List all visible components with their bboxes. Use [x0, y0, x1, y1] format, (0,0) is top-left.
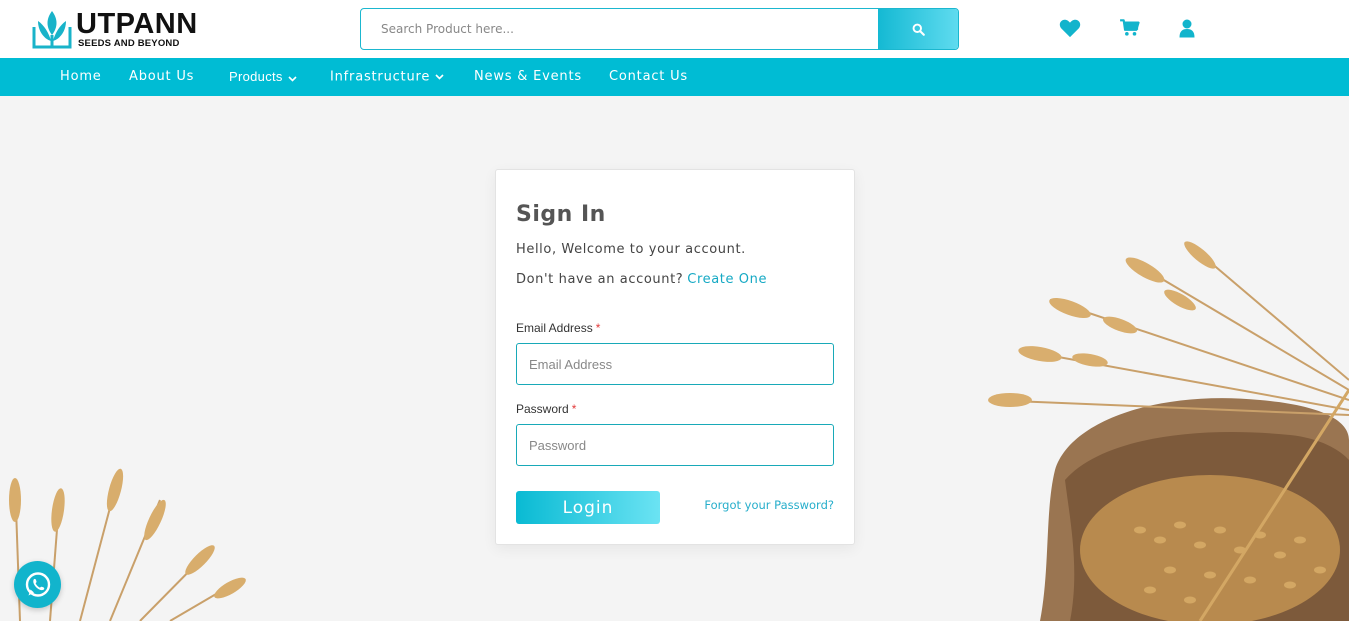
- login-button[interactable]: Login: [516, 491, 660, 524]
- nav-products-label: Products: [229, 69, 283, 84]
- account-button[interactable]: [1175, 16, 1199, 40]
- required-mark: *: [571, 402, 577, 416]
- cart-icon: [1120, 19, 1140, 36]
- email-label: Email Address *: [516, 321, 600, 335]
- nav-products[interactable]: Products: [229, 58, 297, 96]
- brand-tagline: SEEDS AND BEYOND: [78, 38, 180, 49]
- welcome-text: Hello, Welcome to your account.: [516, 242, 746, 257]
- email-label-text: Email Address: [516, 321, 593, 335]
- brand-name: UTPANN: [76, 8, 198, 40]
- wishlist-button[interactable]: [1058, 16, 1082, 40]
- chevron-down-icon: [435, 58, 444, 96]
- chevron-down-icon: [288, 59, 297, 97]
- user-icon: [1179, 19, 1195, 37]
- main-nav: Home About Us Products Infrastructure Ne…: [0, 58, 1349, 96]
- logo-emblem-icon: [32, 11, 72, 49]
- create-account-link[interactable]: Create One: [687, 272, 767, 287]
- nav-home-label: Home: [60, 69, 102, 84]
- no-account-text: Don't have an account? Create One: [516, 272, 767, 287]
- nav-home[interactable]: Home: [60, 58, 102, 96]
- signin-title: Sign In: [516, 202, 606, 227]
- whatsapp-button[interactable]: [14, 561, 61, 608]
- signin-card: Sign In Hello, Welcome to your account. …: [495, 169, 855, 545]
- forgot-password-link[interactable]: Forgot your Password?: [704, 498, 834, 512]
- password-field[interactable]: [516, 424, 834, 466]
- heart-icon: [1059, 19, 1081, 38]
- nav-news-events[interactable]: News & Events: [474, 58, 582, 96]
- search-input[interactable]: [361, 9, 879, 49]
- nav-about-us[interactable]: About Us: [129, 58, 194, 96]
- nav-contact-us-label: Contact Us: [609, 69, 688, 84]
- required-mark: *: [595, 321, 601, 335]
- wheat-sack-image: [988, 241, 1349, 621]
- email-field[interactable]: [516, 343, 834, 385]
- nav-news-events-label: News & Events: [474, 69, 582, 84]
- password-label-text: Password: [516, 402, 569, 416]
- search-bar: [360, 8, 959, 50]
- password-label: Password *: [516, 402, 576, 416]
- search-button[interactable]: [878, 9, 958, 49]
- cart-button[interactable]: [1118, 16, 1142, 40]
- nav-contact-us[interactable]: Contact Us: [609, 58, 688, 96]
- nav-infrastructure-label: Infrastructure: [330, 69, 431, 85]
- no-account-label: Don't have an account?: [516, 272, 684, 287]
- header: UTPANN SEEDS AND BEYOND: [0, 0, 1349, 58]
- nav-about-us-label: About Us: [129, 69, 195, 84]
- logo[interactable]: UTPANN SEEDS AND BEYOND: [32, 7, 212, 51]
- whatsapp-icon: [25, 571, 50, 597]
- search-icon: [912, 23, 925, 36]
- nav-infrastructure[interactable]: Infrastructure: [330, 58, 444, 96]
